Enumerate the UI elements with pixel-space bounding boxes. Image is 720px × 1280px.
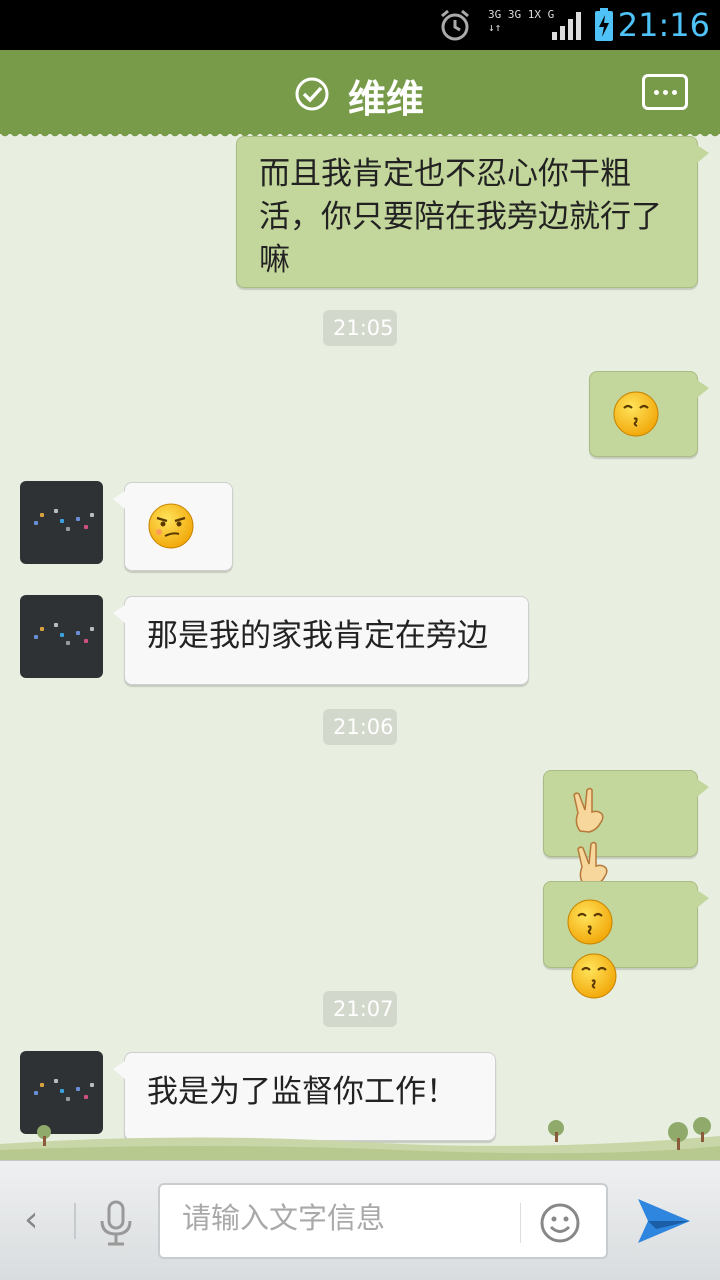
battery-charging-icon [595,8,613,41]
collapse-button[interactable]: ‹ [24,1199,38,1240]
alarm-icon [441,9,469,41]
signal-strength-icon [552,12,581,40]
kiss-face-icon [571,953,617,999]
kiss-face-icon [567,899,613,945]
microphone-icon[interactable] [96,1199,136,1247]
network-type-icon: 3G 3G 1X G ↓↑ [488,8,555,34]
message-bubble-received[interactable]: 那是我的家我肯定在旁边 [113,596,529,685]
message-bubble-sent[interactable] [589,371,709,457]
dot-icon [663,90,668,95]
verified-check-icon [295,77,329,111]
message-text: 我是为了监督你工作！ [147,1074,457,1110]
message-input-box[interactable] [158,1183,608,1259]
contact-name: 维维 [348,77,425,121]
emoji-picker-icon[interactable] [538,1201,582,1245]
message-input[interactable] [182,1201,502,1235]
kiss-face-icon [613,391,659,437]
avatar[interactable] [20,481,103,564]
input-bar: ‹ [0,1160,720,1280]
timestamp: 21:05 [323,310,397,346]
message-bubble-sent[interactable]: 而且我肯定也不忍心你干粗活，你只要陪在我旁边就行了嘛 [236,136,709,288]
message-bubble-received[interactable] [113,482,233,571]
message-text: 那是我的家我肯定在旁边 [147,618,488,654]
send-icon[interactable] [636,1195,692,1247]
timestamp: 21:07 [323,991,397,1027]
divider [520,1203,521,1243]
avatar[interactable] [20,595,103,678]
message-list[interactable]: 而且我肯定也不忍心你干粗活，你只要陪在我旁边就行了嘛 21:05 那是我的家我肯… [0,134,720,1160]
timestamp: 21:06 [323,709,397,745]
divider [74,1203,76,1239]
victory-hand-icon [573,787,604,833]
landscape-decoration [0,1117,720,1160]
message-bubble-sent[interactable] [543,881,709,999]
more-options-button[interactable] [642,74,688,110]
status-time: 21:16 [617,6,710,44]
chat-header: 维维 [0,50,720,140]
message-text: 而且我肯定也不忍心你干粗活，你只要陪在我旁边就行了嘛 [259,156,662,278]
dot-icon [672,90,677,95]
message-bubble-sent[interactable] [543,770,709,887]
status-bar: 3G 3G 1X G ↓↑ 21:16 [0,0,720,50]
dot-icon [654,90,659,95]
smirk-face-icon [148,503,194,549]
